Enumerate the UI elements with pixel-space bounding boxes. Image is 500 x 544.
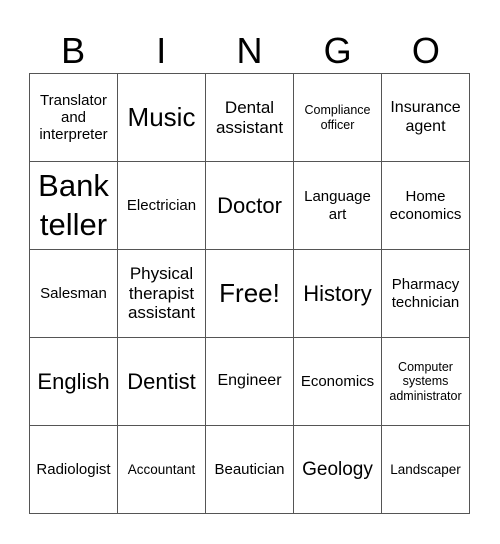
- header-letter-o: O: [411, 30, 440, 71]
- bingo-cell[interactable]: Doctor: [206, 162, 294, 250]
- bingo-cell[interactable]: Compliance officer: [294, 74, 382, 162]
- bingo-cell[interactable]: Radiologist: [30, 426, 118, 514]
- bingo-cell[interactable]: Accountant: [118, 426, 206, 514]
- bingo-cell[interactable]: Landscaper: [382, 426, 470, 514]
- bingo-cell[interactable]: Music: [118, 74, 206, 162]
- bingo-grid: Translator and interpreter Music Dental …: [29, 73, 470, 514]
- bingo-cell[interactable]: English: [30, 338, 118, 426]
- bingo-cell[interactable]: Home economics: [382, 162, 470, 250]
- header-letter-b: B: [61, 30, 86, 71]
- bingo-cell[interactable]: Engineer: [206, 338, 294, 426]
- bingo-cell[interactable]: History: [294, 250, 382, 338]
- free-space-cell[interactable]: Free!: [206, 250, 294, 338]
- bingo-cell[interactable]: Dentist: [118, 338, 206, 426]
- header-letter-i: I: [156, 30, 167, 71]
- bingo-cell[interactable]: Pharmacy technician: [382, 250, 470, 338]
- bingo-cell[interactable]: Salesman: [30, 250, 118, 338]
- bingo-cell[interactable]: Dental assistant: [206, 74, 294, 162]
- bingo-cell[interactable]: Electrician: [118, 162, 206, 250]
- bingo-cell[interactable]: Bank teller: [30, 162, 118, 250]
- bingo-header: B I N G O: [29, 28, 470, 73]
- bingo-cell[interactable]: Translator and interpreter: [30, 74, 118, 162]
- bingo-cell[interactable]: Computer systems administrator: [382, 338, 470, 426]
- header-letter-n: N: [236, 30, 263, 71]
- bingo-cell[interactable]: Insurance agent: [382, 74, 470, 162]
- bingo-cell[interactable]: Language art: [294, 162, 382, 250]
- header-letter-g: G: [323, 30, 352, 71]
- bingo-cell[interactable]: Geology: [294, 426, 382, 514]
- bingo-cell[interactable]: Economics: [294, 338, 382, 426]
- bingo-cell[interactable]: Beautician: [206, 426, 294, 514]
- bingo-cell[interactable]: Physical therapist assistant: [118, 250, 206, 338]
